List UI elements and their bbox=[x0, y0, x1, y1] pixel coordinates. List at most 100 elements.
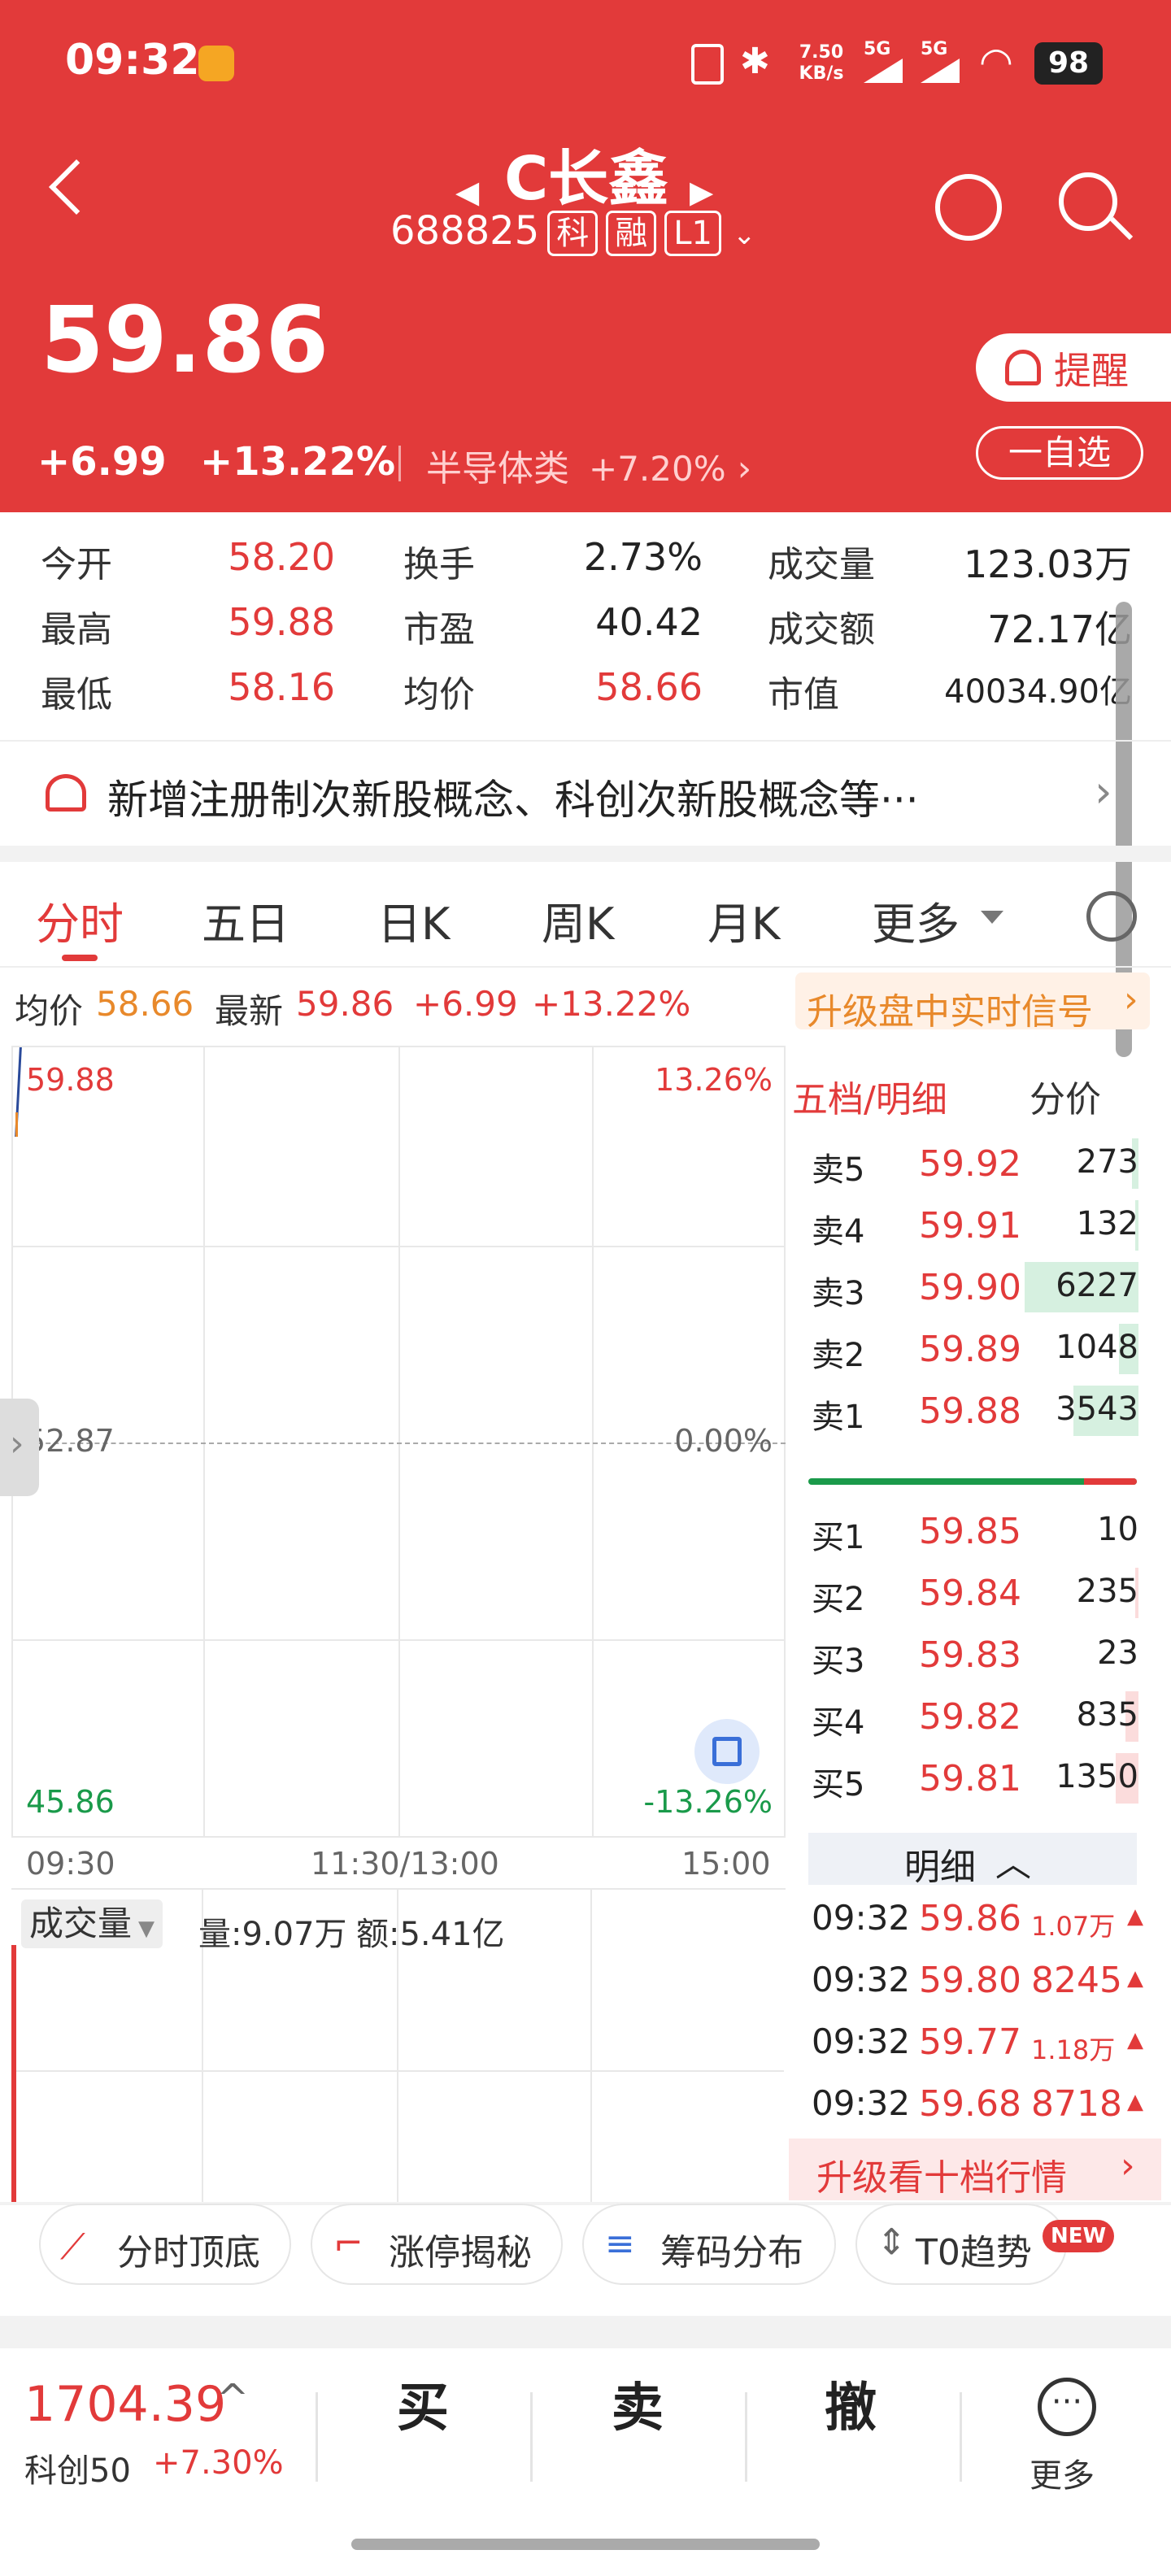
quote-label: 市盈 bbox=[403, 609, 475, 651]
level-label: 买3 bbox=[812, 1643, 865, 1680]
buy-sell-ratio-bar bbox=[808, 1478, 1137, 1485]
tab-more[interactable]: 更多 bbox=[872, 888, 960, 952]
news-banner[interactable]: 新增注册制次新股概念、科创次新股概念等··· › bbox=[0, 740, 1171, 846]
level-volume: 3543 bbox=[1056, 1390, 1138, 1428]
tick-price: 59.77 bbox=[919, 2021, 1021, 2063]
bid-row[interactable]: 买5 59.81 1350 bbox=[805, 1750, 1138, 1807]
quote-value: 123.03万 bbox=[964, 542, 1132, 586]
expand-icon[interactable] bbox=[694, 1719, 760, 1784]
tool-intraday-top-bottom[interactable]: ⟋ 分时顶底 bbox=[39, 2204, 291, 2285]
dropdown-icon: ▼ bbox=[138, 1917, 155, 1941]
tab-five-day[interactable]: 五日 bbox=[202, 888, 289, 952]
level-volume: 273 bbox=[1076, 1143, 1138, 1181]
detail-toggle[interactable]: 明细 ︿ bbox=[808, 1833, 1137, 1888]
ask-row[interactable]: 卖5 59.92 273 bbox=[805, 1135, 1138, 1192]
baseline bbox=[13, 1442, 786, 1444]
bid-row[interactable]: 买2 59.84 235 bbox=[805, 1564, 1138, 1621]
tick-time: 09:32 bbox=[812, 2083, 911, 2123]
level-price: 59.85 bbox=[919, 1511, 1021, 1552]
more-label: 更多 bbox=[1030, 2457, 1095, 2495]
chip-icon: ≡ bbox=[605, 2223, 635, 2265]
ask-row[interactable]: 卖1 59.88 3543 bbox=[805, 1382, 1138, 1439]
index-pct: +7.30% bbox=[153, 2444, 284, 2482]
side-panel-handle[interactable]: › bbox=[0, 1399, 39, 1496]
price-change-pct: +13.22% bbox=[200, 439, 396, 485]
more-button[interactable]: ··· 更多 bbox=[1025, 2374, 1122, 2495]
upgrade-level10-button[interactable]: 升级看十档行情 › bbox=[789, 2139, 1161, 2200]
bell-icon bbox=[46, 774, 86, 812]
tab-monthly-k[interactable]: 月K bbox=[707, 888, 780, 952]
quote-label: 成交量 bbox=[768, 544, 875, 585]
order-book-title[interactable]: 五档/明细 bbox=[792, 1070, 947, 1122]
level-label: 卖5 bbox=[812, 1151, 865, 1189]
latest-value: 59.86 bbox=[296, 984, 394, 1024]
tab-weekly-k[interactable]: 周K bbox=[542, 888, 614, 952]
index-value: 1704.39 bbox=[24, 2376, 227, 2433]
buy-button[interactable]: 买 bbox=[397, 2366, 449, 2441]
chevron-right-icon: › bbox=[1124, 979, 1138, 1020]
settings-icon[interactable] bbox=[1086, 891, 1137, 942]
bid-row[interactable]: 买4 59.82 835 bbox=[805, 1688, 1138, 1745]
left-arrow-icon[interactable]: ◀ bbox=[455, 174, 479, 210]
stock-title: C长鑫 bbox=[504, 144, 669, 214]
news-text: 新增注册制次新股概念、科创次新股概念等··· bbox=[107, 777, 919, 824]
right-arrow-icon[interactable]: ▶ bbox=[690, 174, 713, 210]
tick-time: 09:32 bbox=[812, 1898, 911, 1938]
volume-amount: 额:5.41亿 bbox=[356, 1916, 505, 1953]
sector-link[interactable]: 半导体类 +7.20% › bbox=[426, 439, 751, 491]
axis-mid-pct: 0.00% bbox=[674, 1423, 773, 1459]
ask-row[interactable]: 卖3 59.90 6227 bbox=[805, 1259, 1138, 1316]
bell-icon bbox=[1005, 350, 1041, 385]
up-arrow-icon: ▲ bbox=[1127, 1966, 1143, 1991]
home-indicator[interactable] bbox=[351, 2539, 820, 2550]
axis-high: 59.88 bbox=[26, 1062, 115, 1098]
bid-row[interactable]: 买3 59.83 23 bbox=[805, 1626, 1138, 1683]
cancel-button[interactable]: 撤 bbox=[825, 2366, 877, 2441]
divider bbox=[398, 446, 401, 481]
new-badge: NEW bbox=[1043, 2220, 1115, 2252]
volume-selector[interactable]: 成交量 ▼ bbox=[21, 1899, 163, 1948]
axis-high-pct: 13.26% bbox=[655, 1062, 773, 1098]
tool-chip-distribution[interactable]: ≡ 筹码分布 bbox=[582, 2204, 836, 2285]
tick-time: 09:32 bbox=[812, 2021, 911, 2061]
dropdown-icon bbox=[981, 911, 1003, 924]
tab-intraday[interactable]: 分时 bbox=[36, 888, 124, 952]
axis-low-pct: -13.26% bbox=[643, 1784, 773, 1820]
chevron-right-icon: › bbox=[737, 448, 752, 490]
chevron-right-icon: › bbox=[1095, 766, 1112, 817]
volume-chart[interactable]: 成交量 ▼ 量:9.07万 额:5.41亿 bbox=[11, 1888, 786, 2204]
price-dist-tab[interactable]: 分价 bbox=[1030, 1070, 1101, 1122]
bid-row[interactable]: 买1 59.85 10 bbox=[805, 1503, 1138, 1560]
level-label: 卖2 bbox=[812, 1337, 865, 1374]
upgrade-signal-button[interactable]: 升级盘中实时信号 › bbox=[795, 973, 1150, 1033]
level-label: 买2 bbox=[812, 1581, 865, 1618]
watchlist-button[interactable]: 一自选 bbox=[976, 426, 1143, 480]
sell-button[interactable]: 卖 bbox=[612, 2366, 664, 2441]
index-ticker[interactable]: 1704.39 ^ 科创50 +7.30% bbox=[24, 2376, 293, 2498]
level-price: 59.83 bbox=[919, 1634, 1021, 1676]
search-icon-handle bbox=[1109, 216, 1134, 241]
level-volume: 835 bbox=[1076, 1696, 1138, 1734]
stock-code-row[interactable]: 688825 科融 L1 ⌄ bbox=[390, 208, 755, 256]
sector-name: 半导体类 bbox=[426, 448, 569, 490]
signal-icon bbox=[864, 59, 903, 83]
level-volume: 10 bbox=[1097, 1511, 1138, 1548]
tool-limit-up[interactable]: ⌐ 涨停揭秘 bbox=[311, 2204, 563, 2285]
alert-button[interactable]: 提醒 bbox=[976, 333, 1171, 402]
ask-row[interactable]: 卖2 59.89 1048 bbox=[805, 1321, 1138, 1377]
chart-change-pct: +13.22% bbox=[532, 984, 691, 1024]
search-icon[interactable] bbox=[1059, 172, 1117, 231]
tab-daily-k[interactable]: 日K bbox=[377, 888, 450, 952]
tick-row: 09:32 59.86 1.07万 ▲ bbox=[805, 1891, 1147, 1948]
ask-row[interactable]: 卖4 59.91 132 bbox=[805, 1197, 1138, 1254]
back-icon[interactable] bbox=[49, 159, 104, 215]
up-arrow-icon: ▲ bbox=[1127, 2090, 1143, 2114]
refresh-icon[interactable] bbox=[935, 174, 1002, 241]
quote-label: 成交额 bbox=[768, 609, 875, 651]
price-chart[interactable]: 59.88 13.26% 52.87 0.00% 45.86 -13.26% bbox=[11, 1046, 786, 1838]
quote-label: 最低 bbox=[41, 674, 112, 716]
tool-label: T0趋势 bbox=[916, 2232, 1032, 2274]
tick-vol: 1.18万 bbox=[1031, 2034, 1116, 2065]
tool-t0-trend[interactable]: ⇕ T0趋势 bbox=[855, 2204, 1067, 2285]
volume-qty: 量:9.07万 bbox=[198, 1916, 347, 1953]
